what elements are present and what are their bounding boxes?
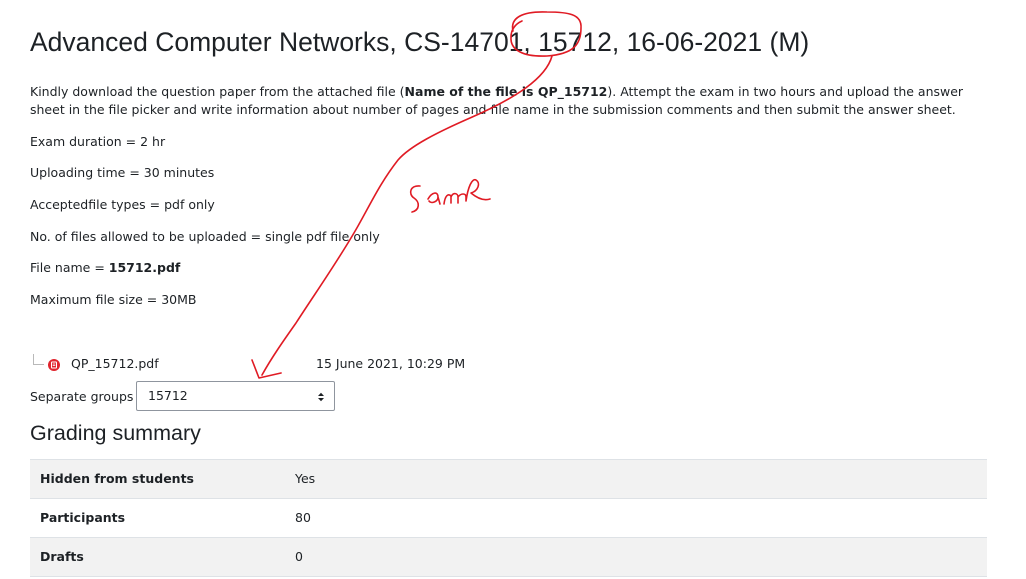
separate-groups-select[interactable]: 15712 bbox=[136, 381, 335, 411]
max-file-size: Maximum file size = 30MB bbox=[30, 292, 197, 307]
row-value-hidden: Yes bbox=[285, 459, 987, 499]
table-row: Hidden from students Yes bbox=[30, 459, 987, 499]
row-value-participants: 80 bbox=[285, 498, 987, 538]
separate-groups-label: Separate groups bbox=[30, 389, 134, 404]
table-row: Participants 80 bbox=[30, 498, 987, 538]
files-allowed: No. of files allowed to be uploaded = si… bbox=[30, 229, 380, 244]
intro-text-start: Kindly download the question paper from … bbox=[30, 84, 405, 99]
page-title: Advanced Computer Networks, CS-14701, 15… bbox=[30, 27, 810, 57]
file-name-label: File name = bbox=[30, 260, 109, 275]
uploading-time: Uploading time = 30 minutes bbox=[30, 165, 215, 180]
intro-file-name: Name of the file is QP_15712 bbox=[404, 84, 608, 99]
annotation-arrowhead bbox=[251, 359, 282, 379]
pdf-icon bbox=[48, 359, 60, 371]
attachment-link[interactable]: QP_15712.pdf bbox=[71, 355, 159, 373]
accepted-file-types: Acceptedfile types = pdf only bbox=[30, 197, 215, 212]
row-value-drafts: 0 bbox=[285, 537, 987, 577]
grading-summary-heading: Grading summary bbox=[30, 421, 201, 445]
row-label-hidden: Hidden from students bbox=[30, 459, 285, 499]
table-row: Drafts 0 bbox=[30, 537, 987, 577]
file-name-info: File name = 15712.pdf bbox=[30, 259, 180, 277]
row-label-drafts: Drafts bbox=[30, 537, 285, 577]
intro-text: Kindly download the question paper from … bbox=[30, 83, 990, 119]
attachment-date: 15 June 2021, 10:29 PM bbox=[316, 356, 466, 371]
file-tree-connector bbox=[33, 354, 44, 365]
file-name-value: 15712.pdf bbox=[108, 260, 181, 275]
grading-summary-table: Hidden from students Yes Participants 80… bbox=[30, 459, 987, 577]
exam-duration: Exam duration = 2 hr bbox=[30, 134, 166, 149]
row-label-participants: Participants bbox=[30, 498, 285, 538]
separate-groups-value: 15712 bbox=[148, 388, 188, 403]
select-caret-icon bbox=[318, 392, 324, 402]
annotation-word-same bbox=[409, 178, 491, 213]
